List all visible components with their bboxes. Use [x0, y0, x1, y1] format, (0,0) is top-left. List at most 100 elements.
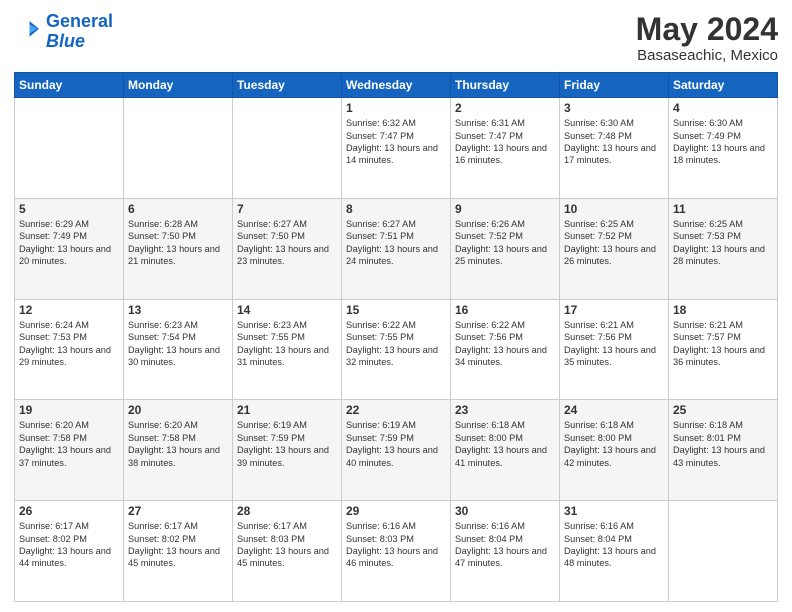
day-number: 25: [673, 403, 773, 417]
page: General Blue May 2024 Basaseachic, Mexic…: [0, 0, 792, 612]
table-cell: 13Sunrise: 6:23 AM Sunset: 7:54 PM Dayli…: [124, 299, 233, 400]
col-sunday: Sunday: [15, 73, 124, 98]
day-number: 13: [128, 303, 228, 317]
day-number: 22: [346, 403, 446, 417]
cell-content: Sunrise: 6:29 AM Sunset: 7:49 PM Dayligh…: [19, 218, 119, 268]
cell-content: Sunrise: 6:22 AM Sunset: 7:56 PM Dayligh…: [455, 319, 555, 369]
cell-content: Sunrise: 6:27 AM Sunset: 7:51 PM Dayligh…: [346, 218, 446, 268]
table-cell: 26 Sunrise: 6:17 AM Sunset: 8:02 PM Dayli…: [15, 501, 124, 602]
day-number: 4: [673, 101, 773, 115]
table-cell: 1Sunrise: 6:32 AM Sunset: 7:47 PM Daylig…: [342, 98, 451, 199]
calendar-table: Sunday Monday Tuesday Wednesday Thursday…: [14, 72, 778, 602]
table-cell: 23 Sunrise: 6:18 AM Sunset: 8:00 PM Dayli…: [451, 400, 560, 501]
col-friday: Friday: [560, 73, 669, 98]
calendar-row: 26 Sunrise: 6:17 AM Sunset: 8:02 PM Dayli…: [15, 501, 778, 602]
day-number: 3: [564, 101, 664, 115]
table-cell: 15 Sunrise: 6:22 AM Sunset: 7:55 PM Dayli…: [342, 299, 451, 400]
cell-content: Sunrise: 6:21 AM Sunset: 7:57 PM Dayligh…: [673, 319, 773, 369]
cell-content: Sunrise: 6:25 AM Sunset: 7:52 PM Dayligh…: [564, 218, 664, 268]
table-cell: [124, 98, 233, 199]
day-number: 30: [455, 504, 555, 518]
table-cell: 4Sunrise: 6:30 AM Sunset: 7:49 PM Daylig…: [669, 98, 778, 199]
table-cell: 7 Sunrise: 6:27 AM Sunset: 7:50 PM Daylig…: [233, 198, 342, 299]
day-number: 14: [237, 303, 337, 317]
cell-content: Sunrise: 6:26 AM Sunset: 7:52 PM Dayligh…: [455, 218, 555, 268]
day-number: 26: [19, 504, 119, 518]
logo-line1: General: [46, 11, 113, 31]
table-cell: [15, 98, 124, 199]
day-number: 8: [346, 202, 446, 216]
table-cell: [669, 501, 778, 602]
table-cell: 6 Sunrise: 6:28 AM Sunset: 7:50 PM Daylig…: [124, 198, 233, 299]
day-number: 17: [564, 303, 664, 317]
table-cell: 8 Sunrise: 6:27 AM Sunset: 7:51 PM Daylig…: [342, 198, 451, 299]
cell-content: Sunrise: 6:17 AM Sunset: 8:03 PM Dayligh…: [237, 520, 337, 570]
table-cell: 14 Sunrise: 6:23 AM Sunset: 7:55 PM Dayli…: [233, 299, 342, 400]
day-number: 23: [455, 403, 555, 417]
col-tuesday: Tuesday: [233, 73, 342, 98]
cell-content: Sunrise: 6:31 AM Sunset: 7:47 PM Dayligh…: [455, 117, 555, 167]
cell-content: Sunrise: 6:22 AM Sunset: 7:55 PM Dayligh…: [346, 319, 446, 369]
table-cell: 17 Sunrise: 6:21 AM Sunset: 7:56 PM Dayli…: [560, 299, 669, 400]
day-number: 2: [455, 101, 555, 115]
table-cell: 19Sunrise: 6:20 AM Sunset: 7:58 PM Dayli…: [15, 400, 124, 501]
cell-content: Sunrise: 6:16 AM Sunset: 8:03 PM Dayligh…: [346, 520, 446, 570]
day-number: 11: [673, 202, 773, 216]
day-number: 9: [455, 202, 555, 216]
col-saturday: Saturday: [669, 73, 778, 98]
day-number: 6: [128, 202, 228, 216]
day-number: 7: [237, 202, 337, 216]
cell-content: Sunrise: 6:30 AM Sunset: 7:48 PM Dayligh…: [564, 117, 664, 167]
calendar-row: 5Sunrise: 6:29 AM Sunset: 7:49 PM Daylig…: [15, 198, 778, 299]
header: General Blue May 2024 Basaseachic, Mexic…: [14, 12, 778, 64]
calendar-row: 19Sunrise: 6:20 AM Sunset: 7:58 PM Dayli…: [15, 400, 778, 501]
table-cell: 5Sunrise: 6:29 AM Sunset: 7:49 PM Daylig…: [15, 198, 124, 299]
day-number: 15: [346, 303, 446, 317]
table-cell: 31Sunrise: 6:16 AM Sunset: 8:04 PM Dayli…: [560, 501, 669, 602]
table-cell: 12 Sunrise: 6:24 AM Sunset: 7:53 PM Dayli…: [15, 299, 124, 400]
col-wednesday: Wednesday: [342, 73, 451, 98]
day-number: 24: [564, 403, 664, 417]
table-cell: 24Sunrise: 6:18 AM Sunset: 8:00 PM Dayli…: [560, 400, 669, 501]
subtitle: Basaseachic, Mexico: [636, 47, 778, 64]
table-cell: [233, 98, 342, 199]
day-number: 27: [128, 504, 228, 518]
main-title: May 2024: [636, 12, 778, 47]
cell-content: Sunrise: 6:19 AM Sunset: 7:59 PM Dayligh…: [237, 419, 337, 469]
day-number: 20: [128, 403, 228, 417]
cell-content: Sunrise: 6:28 AM Sunset: 7:50 PM Dayligh…: [128, 218, 228, 268]
cell-content: Sunrise: 6:20 AM Sunset: 7:58 PM Dayligh…: [128, 419, 228, 469]
table-cell: 25Sunrise: 6:18 AM Sunset: 8:01 PM Dayli…: [669, 400, 778, 501]
table-cell: 3 Sunrise: 6:30 AM Sunset: 7:48 PM Daylig…: [560, 98, 669, 199]
col-monday: Monday: [124, 73, 233, 98]
table-cell: 2 Sunrise: 6:31 AM Sunset: 7:47 PM Daylig…: [451, 98, 560, 199]
logo: General Blue: [14, 12, 113, 52]
table-cell: 30 Sunrise: 6:16 AM Sunset: 8:04 PM Dayli…: [451, 501, 560, 602]
calendar-row: 12 Sunrise: 6:24 AM Sunset: 7:53 PM Dayli…: [15, 299, 778, 400]
calendar-row: 1Sunrise: 6:32 AM Sunset: 7:47 PM Daylig…: [15, 98, 778, 199]
table-cell: 11 Sunrise: 6:25 AM Sunset: 7:53 PM Dayli…: [669, 198, 778, 299]
table-cell: 21 Sunrise: 6:19 AM Sunset: 7:59 PM Dayli…: [233, 400, 342, 501]
cell-content: Sunrise: 6:20 AM Sunset: 7:58 PM Dayligh…: [19, 419, 119, 469]
day-number: 10: [564, 202, 664, 216]
cell-content: Sunrise: 6:17 AM Sunset: 8:02 PM Dayligh…: [19, 520, 119, 570]
calendar-header-row: Sunday Monday Tuesday Wednesday Thursday…: [15, 73, 778, 98]
logo-text: General Blue: [46, 12, 113, 52]
cell-content: Sunrise: 6:24 AM Sunset: 7:53 PM Dayligh…: [19, 319, 119, 369]
title-block: May 2024 Basaseachic, Mexico: [636, 12, 778, 64]
cell-content: Sunrise: 6:16 AM Sunset: 8:04 PM Dayligh…: [455, 520, 555, 570]
day-number: 12: [19, 303, 119, 317]
table-cell: 9 Sunrise: 6:26 AM Sunset: 7:52 PM Daylig…: [451, 198, 560, 299]
cell-content: Sunrise: 6:32 AM Sunset: 7:47 PM Dayligh…: [346, 117, 446, 167]
cell-content: Sunrise: 6:27 AM Sunset: 7:50 PM Dayligh…: [237, 218, 337, 268]
day-number: 21: [237, 403, 337, 417]
cell-content: Sunrise: 6:18 AM Sunset: 8:00 PM Dayligh…: [455, 419, 555, 469]
cell-content: Sunrise: 6:25 AM Sunset: 7:53 PM Dayligh…: [673, 218, 773, 268]
logo-line2: Blue: [46, 31, 85, 51]
cell-content: Sunrise: 6:21 AM Sunset: 7:56 PM Dayligh…: [564, 319, 664, 369]
cell-content: Sunrise: 6:23 AM Sunset: 7:55 PM Dayligh…: [237, 319, 337, 369]
table-cell: 10 Sunrise: 6:25 AM Sunset: 7:52 PM Dayli…: [560, 198, 669, 299]
table-cell: 28Sunrise: 6:17 AM Sunset: 8:03 PM Dayli…: [233, 501, 342, 602]
logo-icon: [14, 18, 42, 46]
col-thursday: Thursday: [451, 73, 560, 98]
